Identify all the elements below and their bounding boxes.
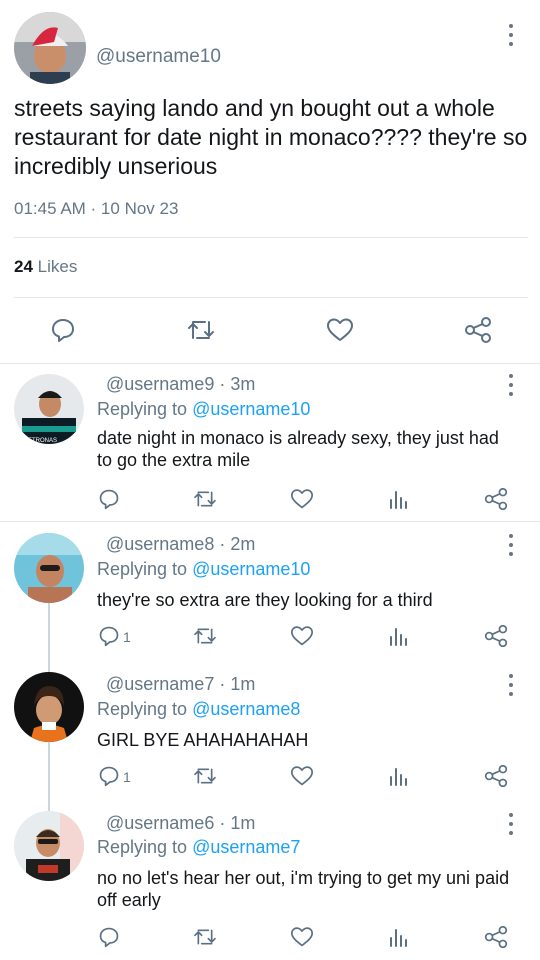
retweet-icon[interactable]	[186, 318, 216, 342]
reply-text: no no let's hear her out, i'm trying to …	[97, 868, 510, 910]
replying-to-label: Replying to	[97, 559, 188, 579]
retweet-icon[interactable]	[192, 766, 218, 786]
analytics-icon[interactable]	[388, 765, 408, 787]
svg-text:PETRONAS: PETRONAS	[24, 438, 57, 444]
reply-icon[interactable]	[98, 625, 120, 647]
mention-link[interactable]: @username10	[192, 399, 310, 419]
mention-link[interactable]: @username7	[192, 837, 300, 857]
replying-to: Replying to @username10	[97, 399, 310, 420]
reply-tweet[interactable]: @username6 · 1m Replying to @username7 n…	[0, 802, 540, 960]
more-options-icon[interactable]	[507, 374, 515, 396]
likes-label: Likes	[37, 257, 78, 276]
retweet-icon[interactable]	[192, 489, 218, 509]
divider	[14, 237, 528, 238]
sunglasses-avatar[interactable]	[14, 811, 84, 881]
curly-hair-avatar[interactable]	[14, 672, 84, 742]
like-icon[interactable]	[290, 765, 314, 787]
like-icon[interactable]	[290, 625, 314, 647]
like-icon[interactable]	[326, 317, 354, 343]
reply-text: GIRL BYE AHAHAHAHAH	[97, 730, 309, 750]
share-icon[interactable]	[484, 487, 508, 511]
reply-tweet[interactable]: PETRONAS @username9 · 3m Replying to @us…	[0, 364, 540, 520]
more-options-icon[interactable]	[507, 813, 515, 835]
pool-selfie-avatar[interactable]	[14, 533, 84, 603]
reply-text: date night in monaco is already sexy, th…	[97, 428, 499, 470]
share-icon[interactable]	[484, 925, 508, 949]
main-handle[interactable]: @username10	[96, 46, 221, 68]
reply-count: 1	[123, 629, 131, 645]
reply-header[interactable]: @username9 · 3m	[106, 374, 255, 395]
share-icon[interactable]	[464, 316, 492, 344]
more-options-icon[interactable]	[507, 534, 515, 556]
main-avatar[interactable]	[14, 12, 86, 84]
share-icon[interactable]	[484, 624, 508, 648]
likes-summary[interactable]: 24 Likes	[14, 257, 77, 277]
mention-link[interactable]: @username8	[192, 699, 300, 719]
reply-tweet[interactable]: @username8 · 2m Replying to @username10 …	[0, 522, 540, 662]
reply-header[interactable]: @username6 · 1m	[106, 813, 255, 834]
reply-icon[interactable]	[50, 317, 76, 343]
replying-to: Replying to @username10	[97, 559, 310, 580]
reply-icon[interactable]	[98, 765, 120, 787]
reply-header[interactable]: @username8 · 2m	[106, 534, 255, 555]
retweet-icon[interactable]	[192, 927, 218, 947]
reply-icon[interactable]	[98, 488, 120, 510]
more-options-icon[interactable]	[507, 24, 515, 46]
tweet-text: streets saying lando and yn bought out a…	[14, 95, 528, 179]
replying-to: Replying to @username8	[97, 699, 300, 720]
retweet-icon[interactable]	[192, 626, 218, 646]
mention-link[interactable]: @username10	[192, 559, 310, 579]
replying-to: Replying to @username7	[97, 837, 300, 858]
reply-text: they're so extra are they looking for a …	[97, 590, 433, 610]
like-icon[interactable]	[290, 926, 314, 948]
like-icon[interactable]	[290, 488, 314, 510]
share-icon[interactable]	[484, 764, 508, 788]
replying-to-label: Replying to	[97, 699, 188, 719]
analytics-icon[interactable]	[388, 926, 408, 948]
reply-icon[interactable]	[98, 926, 120, 948]
divider	[14, 297, 528, 298]
replying-to-label: Replying to	[97, 837, 188, 857]
replying-to-label: Replying to	[97, 399, 188, 419]
racing-driver-avatar[interactable]: PETRONAS	[14, 374, 84, 444]
likes-count: 24	[14, 257, 33, 276]
more-options-icon[interactable]	[507, 674, 515, 696]
analytics-icon[interactable]	[388, 488, 408, 510]
tweet-timestamp: 01:45 AM · 10 Nov 23	[14, 199, 179, 218]
reply-header[interactable]: @username7 · 1m	[106, 674, 255, 695]
reply-tweet[interactable]: @username7 · 1m Replying to @username8 G…	[0, 662, 540, 802]
analytics-icon[interactable]	[388, 625, 408, 647]
reply-count: 1	[123, 769, 131, 785]
